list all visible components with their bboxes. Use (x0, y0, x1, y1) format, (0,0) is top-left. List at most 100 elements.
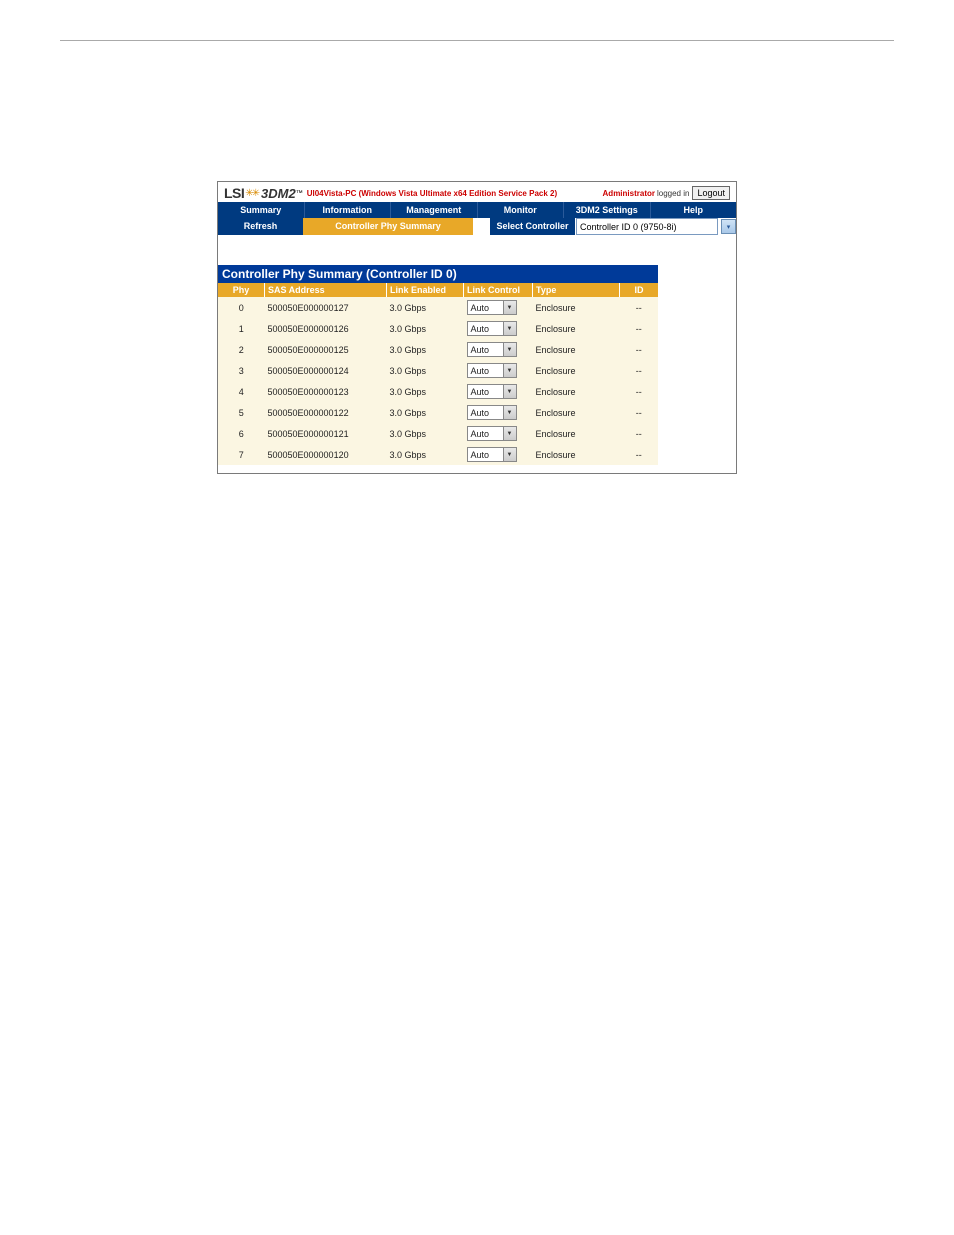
cell-link-control: Auto ▼ (464, 360, 533, 381)
sub-spacer (473, 218, 490, 235)
link-control-value: Auto (471, 366, 490, 376)
chevron-down-icon: ▼ (503, 427, 516, 440)
chevron-down-icon: ▼ (503, 406, 516, 419)
table-row: 6500050E0000001213.0 GbpsAuto▼Enclosure-… (218, 423, 658, 444)
content-area: Controller Phy Summary (Controller ID 0)… (218, 235, 736, 473)
cell-type: Enclosure (533, 339, 620, 360)
link-control-value: Auto (471, 450, 490, 460)
app-frame: LSI ✳✳ 3DM2 ™ Ul04Vista-PC (Windows Vist… (217, 181, 737, 474)
host-string: Ul04Vista-PC (Windows Vista Ultimate x64… (307, 189, 557, 198)
sub-nav: Refresh Controller Phy Summary Select Co… (218, 218, 736, 235)
cell-link-enabled: 3.0 Gbps (387, 297, 464, 318)
col-type: Type (533, 283, 620, 297)
cell-sas-address: 500050E000000126 (265, 318, 387, 339)
logo-burst-icon: ✳✳ (245, 188, 258, 199)
cell-id: -- (620, 402, 659, 423)
cell-sas-address: 500050E000000125 (265, 339, 387, 360)
col-id: ID (620, 283, 659, 297)
chevron-down-icon: ▼ (503, 385, 516, 398)
refresh-button[interactable]: Refresh (218, 218, 303, 235)
cell-link-control: Auto ▼ (464, 423, 533, 444)
link-control-select[interactable]: Auto ▼ (467, 426, 517, 441)
cell-sas-address: 500050E000000121 (265, 423, 387, 444)
col-phy: Phy (218, 283, 265, 297)
cell-phy: 0 (218, 297, 265, 318)
cell-link-control: Auto ▼ (464, 402, 533, 423)
link-control-select[interactable]: Auto▼ (467, 321, 517, 336)
cell-id: -- (620, 297, 659, 318)
chevron-down-icon: ▼ (503, 322, 516, 335)
chevron-down-icon: ▼ (503, 448, 516, 461)
controller-select-value: Controller ID 0 (9750-8i) (580, 222, 677, 232)
cell-type: Enclosure (533, 402, 620, 423)
cell-type: Enclosure (533, 318, 620, 339)
app-header: LSI ✳✳ 3DM2 ™ Ul04Vista-PC (Windows Vist… (218, 182, 736, 202)
link-control-value: Auto (471, 303, 490, 313)
cell-id: -- (620, 444, 659, 465)
logged-in-text: logged in (657, 189, 689, 198)
col-link-control: Link Control (464, 283, 533, 297)
chevron-down-icon: ▼ (503, 301, 516, 314)
logo-lsi: LSI (224, 185, 244, 201)
main-nav: Summary Information Management Monitor 3… (218, 202, 736, 218)
cell-sas-address: 500050E000000124 (265, 360, 387, 381)
cell-sas-address: 500050E000000122 (265, 402, 387, 423)
cell-id: -- (620, 318, 659, 339)
link-control-select[interactable]: Auto ▼ (467, 447, 517, 462)
select-controller-label: Select Controller (490, 218, 575, 235)
phy-summary-table: Phy SAS Address Link Enabled Link Contro… (218, 283, 658, 465)
link-control-select[interactable]: Auto ▼ (467, 405, 517, 420)
controller-select-wrap: Controller ID 0 (9750-8i) ▾ (575, 218, 736, 235)
link-control-value: Auto (471, 429, 490, 439)
cell-phy: 1 (218, 318, 265, 339)
top-rule (60, 40, 894, 41)
table-row: 3500050E0000001243.0 GbpsAuto▼Enclosure-… (218, 360, 658, 381)
cell-phy: 6 (218, 423, 265, 444)
cell-sas-address: 500050E000000120 (265, 444, 387, 465)
cell-id: -- (620, 360, 659, 381)
nav-help[interactable]: Help (651, 202, 737, 218)
cell-link-control: Auto▼ (464, 339, 533, 360)
cell-link-enabled: 3.0 Gbps (387, 444, 464, 465)
table-row: 1500050E0000001263.0 GbpsAuto▼ Enclosure-… (218, 318, 658, 339)
cell-id: -- (620, 423, 659, 444)
cell-link-control: Auto▼ (464, 318, 533, 339)
chevron-down-icon: ▼ (503, 343, 516, 356)
cell-link-enabled: 3.0 Gbps (387, 318, 464, 339)
cell-link-enabled: 3.0 Gbps (387, 381, 464, 402)
chevron-down-icon: ▼ (503, 364, 516, 377)
cell-link-control: Auto ▼ (464, 444, 533, 465)
cell-link-enabled: 3.0 Gbps (387, 402, 464, 423)
logout-button[interactable]: Logout (692, 186, 730, 200)
cell-phy: 4 (218, 381, 265, 402)
cell-phy: 5 (218, 402, 265, 423)
table-row: 4500050E0000001233.0 GbpsAuto▼Enclosure-… (218, 381, 658, 402)
col-link-enabled: Link Enabled (387, 283, 464, 297)
cell-sas-address: 500050E000000123 (265, 381, 387, 402)
cell-link-control: Auto ▼ (464, 381, 533, 402)
cell-type: Enclosure (533, 444, 620, 465)
nav-information[interactable]: Information (305, 202, 392, 218)
link-control-select[interactable]: Auto▼ (467, 342, 517, 357)
page-title: Controller Phy Summary (303, 218, 473, 235)
controller-select[interactable]: Controller ID 0 (9750-8i) (576, 218, 718, 235)
chevron-down-icon[interactable]: ▾ (721, 219, 736, 234)
nav-summary[interactable]: Summary (218, 202, 305, 218)
link-control-select[interactable]: Auto ▼ (467, 300, 517, 315)
cell-type: Enclosure (533, 297, 620, 318)
link-control-select[interactable]: Auto ▼ (467, 363, 517, 378)
user-role-label: Administrator (603, 189, 655, 198)
cell-type: Enclosure (533, 360, 620, 381)
link-control-value: Auto (471, 408, 490, 418)
link-control-value: Auto (471, 387, 490, 397)
logo-3dm2: 3DM2 (261, 186, 296, 201)
link-control-select[interactable]: Auto ▼ (467, 384, 517, 399)
cell-link-enabled: 3.0 Gbps (387, 360, 464, 381)
table-row: 7500050E0000001203.0 Gbps Auto ▼ Enclosure-… (218, 444, 658, 465)
cell-phy: 2 (218, 339, 265, 360)
cell-sas-address: 500050E000000127 (265, 297, 387, 318)
nav-3dm2-settings[interactable]: 3DM2 Settings (564, 202, 651, 218)
cell-phy: 7 (218, 444, 265, 465)
nav-monitor[interactable]: Monitor (478, 202, 565, 218)
nav-management[interactable]: Management (391, 202, 478, 218)
